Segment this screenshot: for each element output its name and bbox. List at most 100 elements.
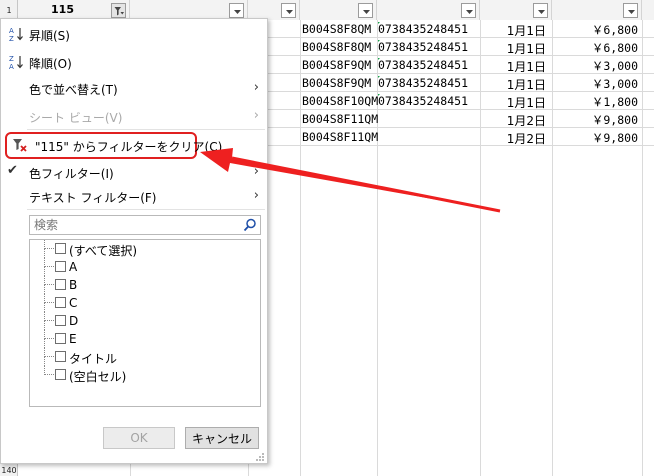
list-item[interactable]: (すべて選択): [30, 240, 258, 258]
list-item[interactable]: D: [30, 312, 258, 330]
cancel-button[interactable]: キャンセル: [185, 427, 259, 449]
svg-text:A: A: [9, 27, 14, 35]
jan-code-text: 0738435248451: [378, 40, 469, 54]
column-header-f[interactable]: [480, 0, 552, 20]
jan-code-text: 0738435248451: [378, 58, 469, 72]
filter-search-box: [29, 215, 261, 235]
price-cell[interactable]: ￥6,800: [552, 22, 638, 38]
filter-dropdown-icon[interactable]: [623, 3, 638, 18]
row-number-1[interactable]: 1: [0, 6, 18, 15]
column-header-h[interactable]: [642, 0, 654, 20]
autofilter-dropdown-menu: A Z 昇順(S) Z A 降順(O) 色で並べ替え(T) › シート ビュー(…: [0, 18, 268, 464]
menu-divider: [27, 129, 265, 130]
product-code-cell[interactable]: B004S8F9QM: [302, 58, 378, 74]
menu-item-color-filter[interactable]: ✔ 色フィルター(I) ›: [1, 161, 267, 183]
list-item-label: E: [69, 332, 77, 346]
row-number-bottom[interactable]: 140: [0, 466, 18, 475]
product-code-cell[interactable]: B004S8F8QM: [302, 40, 378, 56]
list-item[interactable]: (空白セル): [30, 366, 258, 384]
column-header-d[interactable]: [300, 0, 377, 20]
text-filter-label: テキスト フィルター(F): [29, 191, 157, 205]
product-code-cell[interactable]: B004S8F9QM: [302, 76, 378, 92]
search-icon[interactable]: [243, 218, 257, 235]
filter-active-icon[interactable]: [111, 3, 126, 18]
menu-item-sort-by-color[interactable]: 色で並べ替え(T) ›: [1, 77, 267, 99]
jan-code-cell[interactable]: [378, 112, 478, 128]
error-indicator-icon: [378, 94, 382, 96]
chevron-right-icon: ›: [253, 164, 259, 179]
filter-dropdown-icon[interactable]: [358, 3, 373, 18]
jan-code-text: 0738435248451: [378, 94, 469, 108]
price-cell[interactable]: ￥1,800: [552, 94, 638, 110]
column-header-115[interactable]: 115: [18, 0, 130, 20]
list-item[interactable]: B: [30, 276, 258, 294]
list-item[interactable]: A: [30, 258, 258, 276]
filter-dropdown-icon[interactable]: [461, 3, 476, 18]
date-cell[interactable]: 1月2日: [480, 112, 546, 128]
value-checkbox[interactable]: [55, 315, 66, 326]
list-item[interactable]: タイトル: [30, 348, 258, 366]
filter-dropdown-icon[interactable]: [229, 3, 244, 18]
menu-item-sort-descending[interactable]: Z A 降順(O): [1, 51, 267, 73]
price-cell[interactable]: ￥3,000: [552, 76, 638, 92]
filter-search-input[interactable]: [30, 216, 236, 234]
column-header-c[interactable]: [248, 0, 300, 20]
menu-item-text-filter[interactable]: テキスト フィルター(F) ›: [1, 185, 267, 207]
menu-item-sort-ascending[interactable]: A Z 昇順(S): [1, 23, 267, 45]
date-cell[interactable]: 1月1日: [480, 40, 546, 56]
list-item-label: (空白セル): [69, 370, 127, 384]
sort-by-color-label: 色で並べ替え(T): [29, 83, 118, 97]
value-checkbox[interactable]: [55, 333, 66, 344]
filter-values-list[interactable]: (すべて選択) A B C D E タイトル (空白セル): [29, 239, 261, 407]
menu-divider: [27, 209, 265, 210]
jan-code-cell[interactable]: 0738435248451: [378, 58, 478, 74]
menu-item-sheet-view: シート ビュー(V) ›: [1, 105, 267, 127]
jan-code-cell[interactable]: 0738435248451: [378, 22, 478, 38]
clear-filter-label: "115" からフィルターをクリア(C): [35, 140, 223, 154]
value-checkbox[interactable]: [55, 369, 66, 380]
list-item-label: A: [69, 260, 78, 274]
checkmark-icon: ✔: [7, 163, 18, 178]
chevron-right-icon: ›: [253, 108, 259, 123]
date-cell[interactable]: 1月1日: [480, 76, 546, 92]
column-header-g[interactable]: [552, 0, 642, 20]
list-item-label: (すべて選択): [69, 244, 138, 258]
filter-dropdown-icon[interactable]: [533, 3, 548, 18]
jan-code-cell[interactable]: 0738435248451: [378, 94, 478, 110]
value-checkbox[interactable]: [55, 351, 66, 362]
date-cell[interactable]: 1月2日: [480, 130, 546, 146]
list-item[interactable]: E: [30, 330, 258, 348]
product-code-cell[interactable]: B004S8F11QM: [302, 112, 378, 128]
price-cell[interactable]: ￥6,800: [552, 40, 638, 56]
price-cell[interactable]: ￥9,800: [552, 112, 638, 128]
jan-code-text: 0738435248451: [378, 76, 469, 90]
price-cell[interactable]: ￥3,000: [552, 58, 638, 74]
price-cell[interactable]: ￥9,800: [552, 130, 638, 146]
product-code-cell[interactable]: B004S8F11QM: [302, 130, 378, 146]
jan-code-cell[interactable]: 0738435248451: [378, 76, 478, 92]
value-checkbox[interactable]: [55, 279, 66, 290]
column-header-e[interactable]: [377, 0, 480, 20]
value-checkbox[interactable]: [55, 261, 66, 272]
jan-code-cell[interactable]: 0738435248451: [378, 40, 478, 56]
filter-dropdown-icon[interactable]: [281, 3, 296, 18]
jan-code-cell[interactable]: [378, 130, 478, 146]
clear-filter-icon: [12, 137, 28, 156]
ok-button[interactable]: OK: [103, 427, 175, 449]
product-code-cell[interactable]: B004S8F8QM: [302, 22, 378, 38]
date-cell[interactable]: 1月1日: [480, 58, 546, 74]
list-item-label: タイトル: [69, 352, 118, 366]
date-cell[interactable]: 1月1日: [480, 94, 546, 110]
date-cell[interactable]: 1月1日: [480, 22, 546, 38]
list-item[interactable]: C: [30, 294, 258, 312]
chevron-right-icon: ›: [253, 188, 259, 203]
column-header-row: 115: [18, 0, 654, 20]
sort-ascending-label: 昇順(S): [29, 29, 70, 43]
product-code-cell[interactable]: B004S8F10QM: [302, 94, 378, 110]
jan-code-text: 0738435248451: [378, 22, 469, 36]
column-header-b[interactable]: [130, 0, 248, 20]
select-all-checkbox[interactable]: [55, 243, 66, 254]
menu-item-clear-filter[interactable]: "115" からフィルターをクリア(C): [5, 132, 222, 159]
value-checkbox[interactable]: [55, 297, 66, 308]
resize-grip-icon[interactable]: [255, 451, 265, 461]
